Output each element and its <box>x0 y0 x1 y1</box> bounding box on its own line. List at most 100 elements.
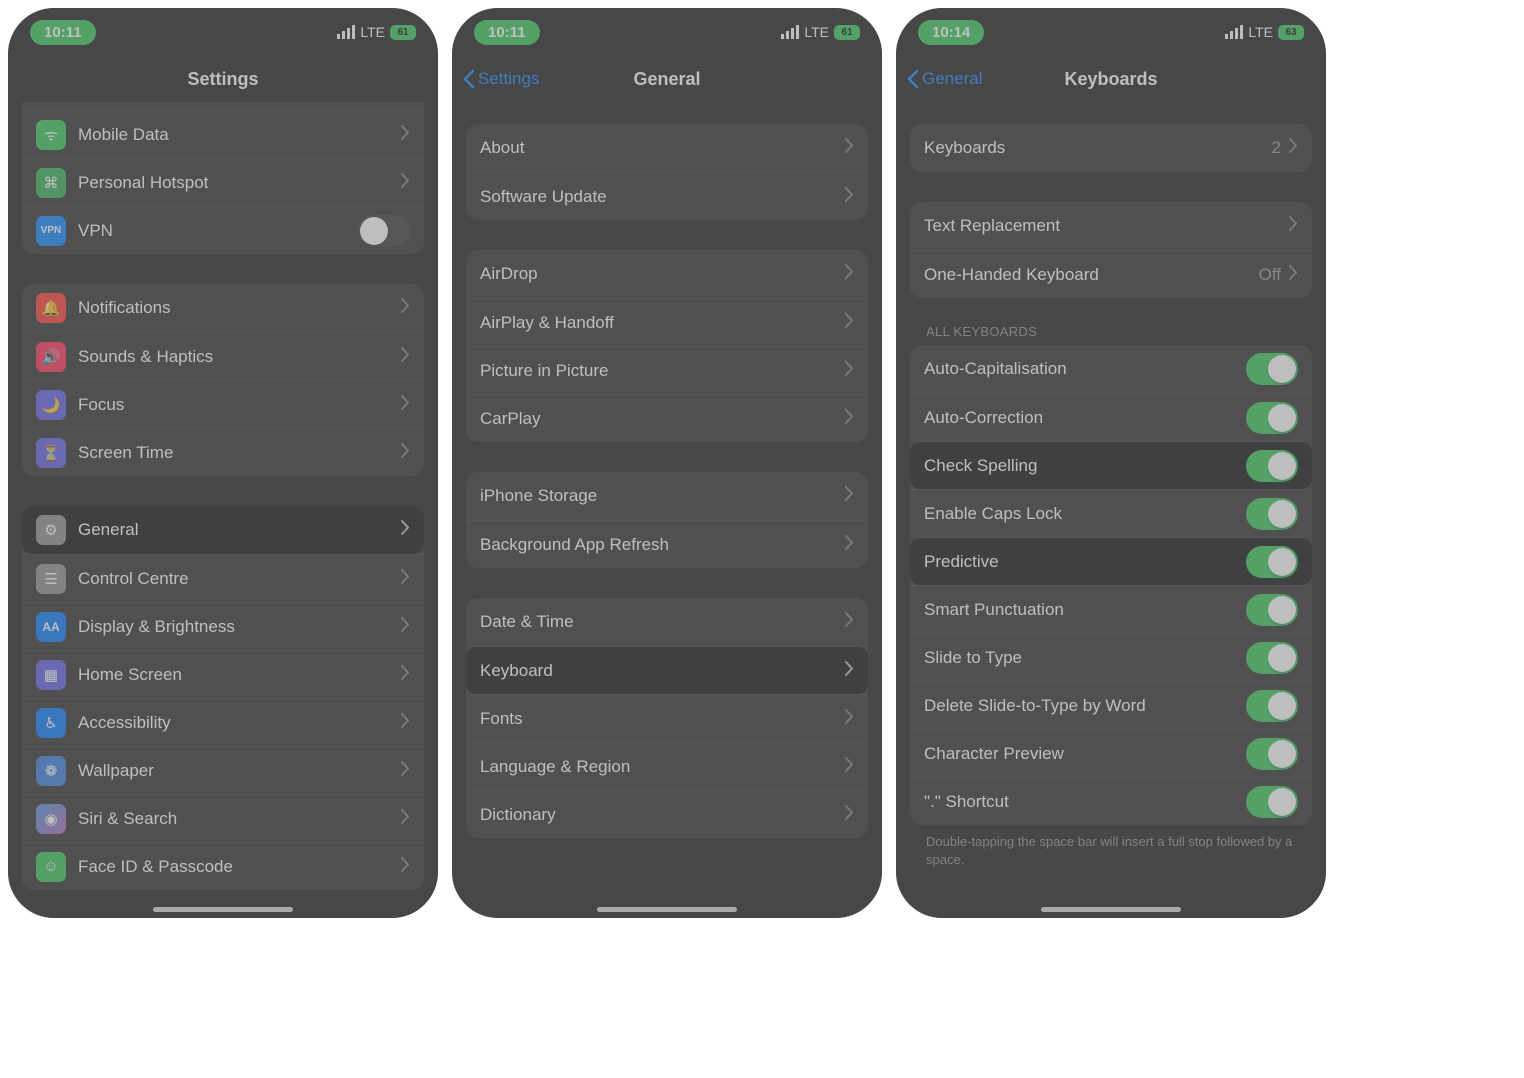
nav-header: Settings <box>8 56 438 102</box>
row-date-time[interactable]: Date & Time <box>466 598 868 646</box>
row-faceid[interactable]: ☺ Face ID & Passcode <box>22 842 424 890</box>
row-delete-slide[interactable]: Delete Slide-to-Type by Word <box>910 681 1312 729</box>
network-label: LTE <box>360 24 385 40</box>
predictive-toggle[interactable] <box>1246 546 1298 578</box>
chevron-right-icon <box>401 761 410 781</box>
row-label: General <box>78 520 401 540</box>
row-label: Auto-Capitalisation <box>924 359 1246 379</box>
row-vpn[interactable]: VPN VPN <box>22 206 424 254</box>
battery-badge: 61 <box>390 25 416 40</box>
hourglass-icon: ⏳ <box>36 438 66 468</box>
row-auto-cap[interactable]: Auto-Capitalisation <box>910 345 1312 393</box>
row-dictionary[interactable]: Dictionary <box>466 790 868 838</box>
siri-icon: ◉ <box>36 804 66 834</box>
row-software-update[interactable]: Software Update <box>466 172 868 220</box>
chevron-right-icon <box>401 713 410 733</box>
vpn-icon: VPN <box>36 216 66 246</box>
slide-type-toggle[interactable] <box>1246 642 1298 674</box>
chevron-right-icon <box>845 313 854 333</box>
row-label: Enable Caps Lock <box>924 504 1246 524</box>
chevron-right-icon <box>845 757 854 777</box>
row-label: Keyboards <box>924 138 1272 158</box>
row-airdrop[interactable]: AirDrop <box>466 250 868 298</box>
row-language[interactable]: Language & Region <box>466 742 868 790</box>
status-bar: 10:11 LTE 61 <box>8 8 438 56</box>
back-label: Settings <box>478 69 539 89</box>
row-notifications[interactable]: 🔔 Notifications <box>22 284 424 332</box>
delete-slide-toggle[interactable] <box>1246 690 1298 722</box>
row-sounds[interactable]: 🔊 Sounds & Haptics <box>22 332 424 380</box>
row-screen-time[interactable]: ⏳ Screen Time <box>22 428 424 476</box>
row-about[interactable]: About <box>466 124 868 172</box>
row-wallpaper[interactable]: ❁ Wallpaper <box>22 746 424 794</box>
row-label: AirPlay & Handoff <box>480 313 845 333</box>
row-mobile-data[interactable]: ᯤ Mobile Data <box>22 110 424 158</box>
home-indicator[interactable] <box>597 907 737 912</box>
row-auto-correction[interactable]: Auto-Correction <box>910 393 1312 441</box>
status-time: 10:11 <box>474 20 540 45</box>
row-one-handed[interactable]: One-Handed Keyboard Off <box>910 250 1312 298</box>
group-about: About Software Update <box>466 124 868 220</box>
chevron-right-icon <box>845 535 854 555</box>
row-bg-refresh[interactable]: Background App Refresh <box>466 520 868 568</box>
group-storage: iPhone Storage Background App Refresh <box>466 472 868 568</box>
row-carplay[interactable]: CarPlay <box>466 394 868 442</box>
row-label: Screen Time <box>78 443 401 463</box>
back-button[interactable]: Settings <box>462 69 539 89</box>
row-text-replacement[interactable]: Text Replacement <box>910 202 1312 250</box>
row-label: Background App Refresh <box>480 535 845 555</box>
row-home-screen[interactable]: ▦ Home Screen <box>22 650 424 698</box>
vpn-toggle[interactable] <box>358 215 410 247</box>
row-char-preview[interactable]: Character Preview <box>910 729 1312 777</box>
chevron-right-icon <box>401 569 410 589</box>
page-title: Keyboards <box>1064 69 1157 90</box>
caps-lock-toggle[interactable] <box>1246 498 1298 530</box>
dot-shortcut-toggle[interactable] <box>1246 786 1298 818</box>
row-siri[interactable]: ◉ Siri & Search <box>22 794 424 842</box>
row-keyboards-list[interactable]: Keyboards 2 <box>910 124 1312 172</box>
row-bluetooth[interactable]: ᚼ Bluetooth Off <box>22 102 424 110</box>
home-indicator[interactable] <box>153 907 293 912</box>
settings-list[interactable]: ᚼ Bluetooth Off ᯤ Mobile Data ⌘ Personal… <box>8 102 438 910</box>
group-text: Text Replacement One-Handed Keyboard Off <box>910 202 1312 298</box>
row-label: Home Screen <box>78 665 401 685</box>
battery-badge: 61 <box>834 25 860 40</box>
row-label: AirDrop <box>480 264 845 284</box>
row-predictive[interactable]: Predictive <box>910 537 1312 585</box>
row-keyboard[interactable]: Keyboard <box>466 646 868 694</box>
row-fonts[interactable]: Fonts <box>466 694 868 742</box>
row-dot-shortcut[interactable]: "." Shortcut <box>910 777 1312 825</box>
row-label: Delete Slide-to-Type by Word <box>924 696 1246 716</box>
row-airplay[interactable]: AirPlay & Handoff <box>466 298 868 346</box>
keyboards-list[interactable]: Keyboards 2 Text Replacement One-Handed … <box>896 102 1326 888</box>
home-indicator[interactable] <box>1041 907 1181 912</box>
auto-correction-toggle[interactable] <box>1246 402 1298 434</box>
chevron-right-icon <box>845 138 854 158</box>
row-pip[interactable]: Picture in Picture <box>466 346 868 394</box>
check-spelling-toggle[interactable] <box>1246 450 1298 482</box>
row-focus[interactable]: 🌙 Focus <box>22 380 424 428</box>
row-accessibility[interactable]: ♿︎ Accessibility <box>22 698 424 746</box>
row-label: Picture in Picture <box>480 361 845 381</box>
row-control-centre[interactable]: ☰ Control Centre <box>22 554 424 602</box>
row-display[interactable]: AA Display & Brightness <box>22 602 424 650</box>
row-check-spelling[interactable]: Check Spelling <box>910 441 1312 489</box>
smart-punctuation-toggle[interactable] <box>1246 594 1298 626</box>
general-list[interactable]: About Software Update AirDrop AirPlay & … <box>452 102 882 858</box>
row-label: Date & Time <box>480 612 845 632</box>
bell-icon: 🔔 <box>36 293 66 323</box>
row-caps-lock[interactable]: Enable Caps Lock <box>910 489 1312 537</box>
antenna-icon: ᯤ <box>36 120 66 150</box>
row-label: Notifications <box>78 298 401 318</box>
chevron-left-icon <box>906 69 920 89</box>
row-general[interactable]: ⚙︎ General <box>22 506 424 554</box>
chevron-left-icon <box>462 69 476 89</box>
row-smart-punctuation[interactable]: Smart Punctuation <box>910 585 1312 633</box>
row-personal-hotspot[interactable]: ⌘ Personal Hotspot <box>22 158 424 206</box>
auto-cap-toggle[interactable] <box>1246 353 1298 385</box>
char-preview-toggle[interactable] <box>1246 738 1298 770</box>
row-label: Slide to Type <box>924 648 1246 668</box>
back-button[interactable]: General <box>906 69 982 89</box>
row-slide-to-type[interactable]: Slide to Type <box>910 633 1312 681</box>
row-storage[interactable]: iPhone Storage <box>466 472 868 520</box>
